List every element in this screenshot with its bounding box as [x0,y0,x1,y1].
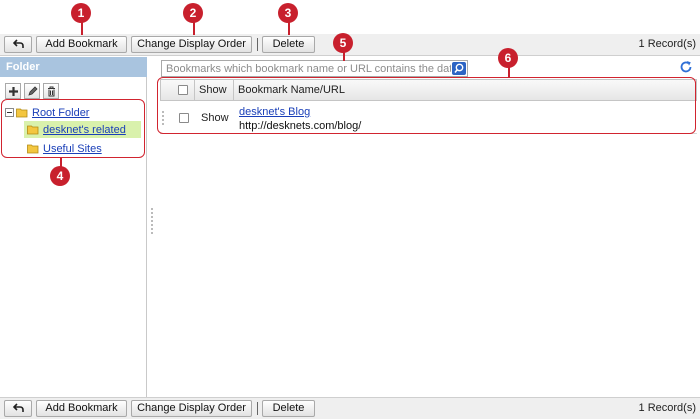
record-count: 1 Record(s) [638,38,696,50]
callout-leader [508,67,510,78]
pane-splitter-handle[interactable] [150,208,154,238]
delete-button[interactable]: Delete [262,36,315,53]
callout-badge-1: 1 [71,3,91,23]
add-bookmark-button[interactable]: Add Bookmark [36,36,127,53]
callout-badge-2: 2 [183,3,203,23]
delete-button[interactable]: Delete [262,400,315,417]
back-button[interactable] [4,400,32,417]
trash-icon [47,86,55,96]
folder-tools [5,83,59,99]
folder-header: Folder [0,57,147,77]
callout-badge-5: 5 [333,33,353,53]
callout-leader [343,52,345,61]
search-input[interactable] [166,62,451,75]
record-count: 1 Record(s) [638,402,696,414]
delete-folder-button[interactable] [43,83,59,99]
back-arrow-icon [12,39,24,48]
refresh-icon [680,61,692,73]
search-icon [454,63,464,74]
callout-leader [288,22,290,35]
back-button[interactable] [4,36,32,53]
callout-leader [193,22,195,35]
search-box [161,60,468,77]
toolbar-separator [257,402,258,415]
change-display-order-button[interactable]: Change Display Order [131,400,252,417]
back-arrow-icon [12,403,24,412]
add-bookmark-button[interactable]: Add Bookmark [36,400,127,417]
edit-folder-button[interactable] [24,83,40,99]
toolbar-separator [257,38,258,51]
plus-icon [8,86,18,96]
callout-box-folder-tree [1,99,145,158]
search-button[interactable] [452,62,466,75]
refresh-button[interactable] [679,60,693,74]
callout-box-bookmark-list [157,77,696,134]
pencil-icon [27,85,38,96]
bottom-toolbar: Add Bookmark Change Display Order Delete… [0,397,700,419]
callout-badge-3: 3 [278,3,298,23]
callout-badge-4: 4 [50,166,70,186]
change-display-order-button[interactable]: Change Display Order [131,36,252,53]
add-folder-button[interactable] [5,83,21,99]
callout-leader [81,22,83,35]
callout-badge-6: 6 [498,48,518,68]
